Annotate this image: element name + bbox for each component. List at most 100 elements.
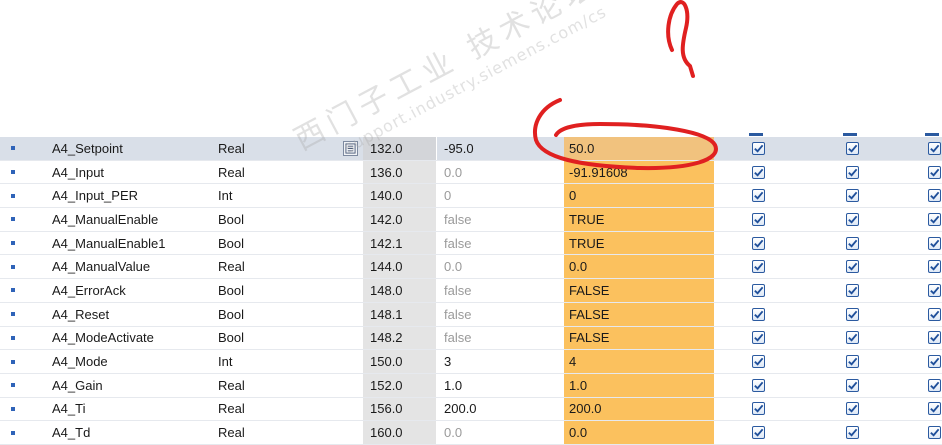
cell-name[interactable]: A4_Input xyxy=(52,161,212,184)
checkbox-checked-icon[interactable] xyxy=(927,236,941,250)
checkbox-cell[interactable] xyxy=(925,374,942,397)
cell-name[interactable]: A4_Setpoint xyxy=(52,137,212,160)
cell-snapshot[interactable]: 50.0 xyxy=(564,137,714,160)
checkbox-checked-icon[interactable] xyxy=(845,141,859,155)
table-row[interactable]: A4_ManualEnable Bool 142.0 false TRUE xyxy=(0,208,942,232)
checkbox-checked-icon[interactable] xyxy=(927,141,941,155)
checkbox-checked-icon[interactable] xyxy=(845,165,859,179)
cell-start-value[interactable]: false xyxy=(444,279,564,302)
cell-datatype[interactable]: Bool xyxy=(218,327,363,350)
cell-name[interactable]: A4_Mode xyxy=(52,350,212,373)
checkbox-cell[interactable] xyxy=(925,303,942,326)
checkbox-checked-icon[interactable] xyxy=(927,283,941,297)
cell-datatype[interactable]: Real xyxy=(218,137,363,160)
checkbox-checked-icon[interactable] xyxy=(927,189,941,203)
cell-datatype[interactable]: Real xyxy=(218,161,363,184)
cell-name[interactable]: A4_Gain xyxy=(52,374,212,397)
table-row[interactable]: A4_Input Real 136.0 0.0 -91.91608 xyxy=(0,160,942,185)
cell-datatype[interactable]: Bool xyxy=(218,279,363,302)
cell-snapshot[interactable]: 0.0 xyxy=(564,255,714,279)
checkbox-checked-icon[interactable] xyxy=(927,307,941,321)
cell-snapshot[interactable]: 1.0 xyxy=(564,373,714,397)
checkbox-cell[interactable] xyxy=(843,255,861,278)
checkbox-cell[interactable] xyxy=(925,255,942,278)
checkbox-checked-icon[interactable] xyxy=(927,378,941,392)
checkbox-cell[interactable] xyxy=(925,184,942,207)
checkbox-checked-icon[interactable] xyxy=(927,426,941,440)
checkbox-checked-icon[interactable] xyxy=(845,355,859,369)
checkbox-cell[interactable] xyxy=(749,350,767,373)
table-row[interactable]: A4_Gain Real 152.0 1.0 1.0 xyxy=(0,373,942,398)
cell-name[interactable]: A4_Td xyxy=(52,421,212,444)
cell-start-value[interactable]: false xyxy=(444,208,564,231)
cell-name[interactable]: A4_Reset xyxy=(52,303,212,326)
table-row[interactable]: A4_Ti Real 156.0 200.0 200.0 xyxy=(0,397,942,422)
checkbox-checked-icon[interactable] xyxy=(845,331,859,345)
checkbox-cell[interactable] xyxy=(749,398,767,421)
checkbox-cell[interactable] xyxy=(843,421,861,444)
checkbox-checked-icon[interactable] xyxy=(927,212,941,226)
checkbox-checked-icon[interactable] xyxy=(751,402,765,416)
checkbox-cell[interactable] xyxy=(749,421,767,444)
checkbox-cell[interactable] xyxy=(843,374,861,397)
checkbox-checked-icon[interactable] xyxy=(927,355,941,369)
cell-name[interactable]: A4_ManualEnable1 xyxy=(52,232,212,255)
checkbox-checked-icon[interactable] xyxy=(845,212,859,226)
cell-snapshot[interactable]: 4 xyxy=(564,350,714,373)
cell-start-value[interactable]: false xyxy=(444,232,564,255)
checkbox-checked-icon[interactable] xyxy=(927,331,941,345)
cell-start-value[interactable]: 0.0 xyxy=(444,421,564,444)
cell-name[interactable]: A4_ManualValue xyxy=(52,255,212,278)
cell-snapshot[interactable]: TRUE xyxy=(564,208,714,231)
checkbox-checked-icon[interactable] xyxy=(751,236,765,250)
cell-start-value[interactable]: 0.0 xyxy=(444,161,564,184)
cell-datatype[interactable]: Real xyxy=(218,255,363,278)
checkbox-cell[interactable] xyxy=(749,161,767,184)
checkbox-checked-icon[interactable] xyxy=(751,283,765,297)
checkbox-cell[interactable] xyxy=(925,161,942,184)
checkbox-cell[interactable] xyxy=(749,255,767,278)
table-row[interactable]: A4_Reset Bool 148.1 false FALSE xyxy=(0,302,942,327)
browse-list-icon[interactable] xyxy=(343,141,358,156)
table-row[interactable]: A4_Td Real 160.0 0.0 0.0 xyxy=(0,421,942,445)
checkbox-checked-icon[interactable] xyxy=(845,236,859,250)
checkbox-cell[interactable] xyxy=(843,232,861,255)
checkbox-cell[interactable] xyxy=(925,421,942,444)
cell-start-value[interactable]: 0 xyxy=(444,184,564,207)
cell-start-value[interactable]: -95.0 xyxy=(444,137,564,160)
checkbox-checked-icon[interactable] xyxy=(845,378,859,392)
checkbox-checked-icon[interactable] xyxy=(845,189,859,203)
cell-start-value[interactable]: false xyxy=(444,327,564,350)
checkbox-cell[interactable] xyxy=(749,279,767,302)
checkbox-checked-icon[interactable] xyxy=(927,260,941,274)
checkbox-cell[interactable] xyxy=(749,327,767,350)
checkbox-cell[interactable] xyxy=(749,232,767,255)
checkbox-cell[interactable] xyxy=(925,327,942,350)
checkbox-checked-icon[interactable] xyxy=(751,426,765,440)
checkbox-cell[interactable] xyxy=(843,350,861,373)
checkbox-checked-icon[interactable] xyxy=(845,307,859,321)
cell-datatype[interactable]: Bool xyxy=(218,208,363,231)
checkbox-checked-icon[interactable] xyxy=(751,212,765,226)
cell-snapshot[interactable]: FALSE xyxy=(564,302,714,326)
checkbox-checked-icon[interactable] xyxy=(751,165,765,179)
table-row[interactable]: A4_Setpoint Real 132.0 -95.0 50.0 xyxy=(0,137,942,161)
checkbox-checked-icon[interactable] xyxy=(845,426,859,440)
cell-datatype[interactable]: Int xyxy=(218,350,363,373)
table-row[interactable]: A4_Mode Int 150.0 3 4 xyxy=(0,350,942,374)
cell-snapshot[interactable]: TRUE xyxy=(564,231,714,255)
cell-datatype[interactable]: Real xyxy=(218,374,363,397)
checkbox-cell[interactable] xyxy=(843,279,861,302)
cell-snapshot[interactable]: FALSE xyxy=(564,279,714,302)
checkbox-checked-icon[interactable] xyxy=(751,378,765,392)
checkbox-cell[interactable] xyxy=(749,374,767,397)
checkbox-checked-icon[interactable] xyxy=(751,331,765,345)
cell-datatype[interactable]: Bool xyxy=(218,232,363,255)
checkbox-checked-icon[interactable] xyxy=(751,141,765,155)
cell-start-value[interactable]: 0.0 xyxy=(444,255,564,278)
checkbox-cell[interactable] xyxy=(843,161,861,184)
cell-name[interactable]: A4_ErrorAck xyxy=(52,279,212,302)
checkbox-cell[interactable] xyxy=(749,303,767,326)
cell-snapshot[interactable]: FALSE xyxy=(564,326,714,350)
checkbox-cell[interactable] xyxy=(843,137,861,160)
